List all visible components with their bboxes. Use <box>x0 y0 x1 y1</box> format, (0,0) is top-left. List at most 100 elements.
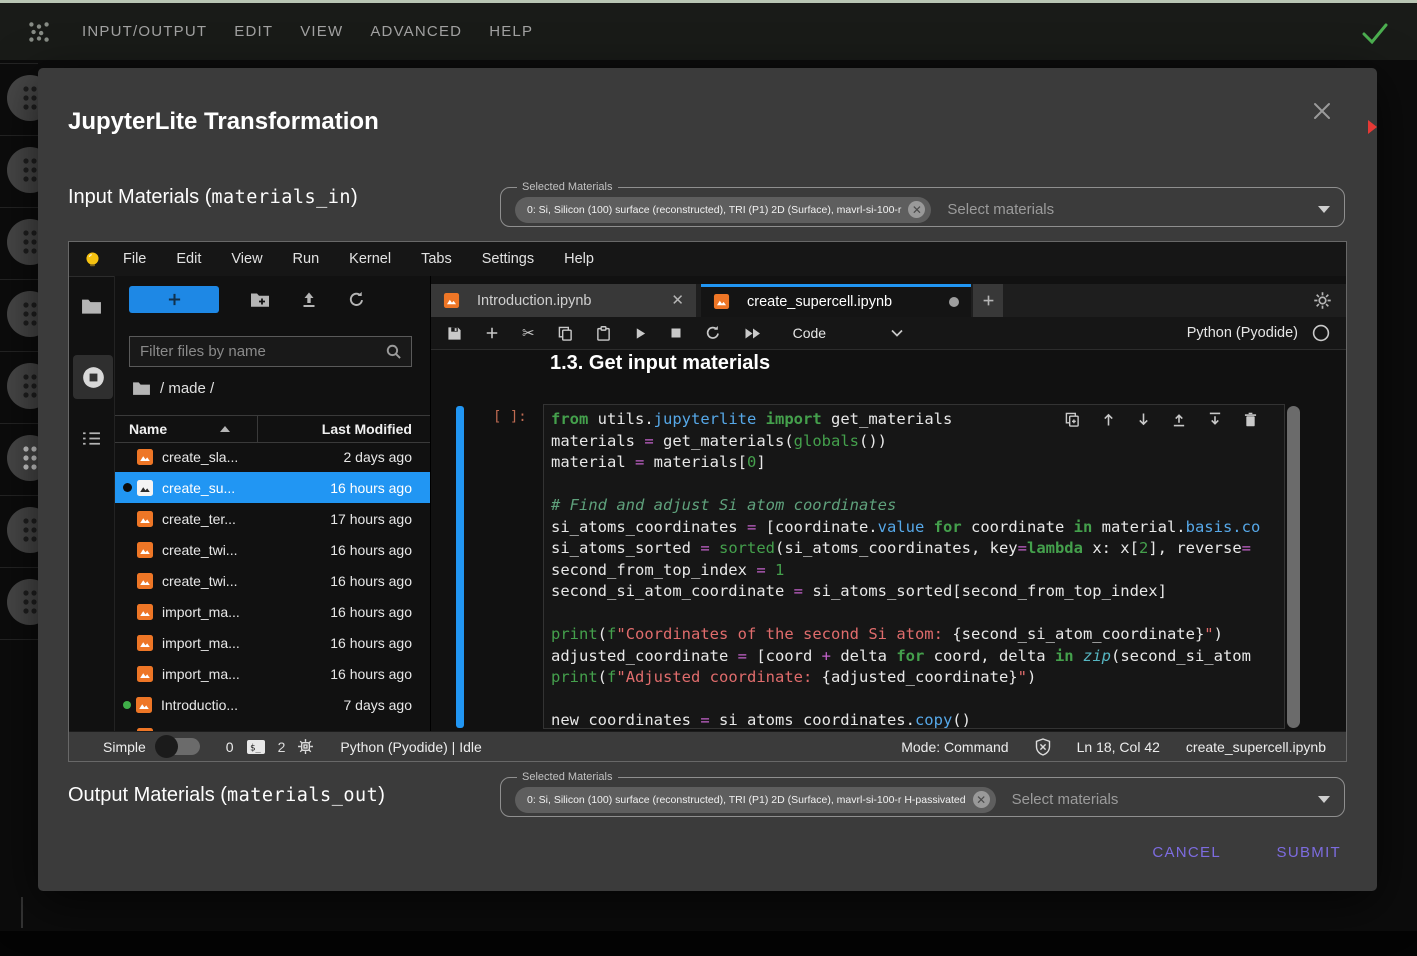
appbar-menu-help[interactable]: HELP <box>489 23 533 40</box>
restart-kernel-icon[interactable] <box>705 325 721 341</box>
chevron-down-icon[interactable] <box>1318 206 1330 213</box>
terminal-icon[interactable]: $_ <box>246 739 266 755</box>
status-filename[interactable]: create_supercell.ipynb <box>1186 739 1326 755</box>
file-row[interactable]: create_su...16 hours ago <box>115 472 430 503</box>
code-line[interactable] <box>551 689 1284 711</box>
cut-cells-icon[interactable]: ✂ <box>522 324 535 342</box>
duplicate-cell-icon[interactable] <box>1065 412 1080 427</box>
code-line[interactable]: si_atoms_coordinates = [coordinate.value… <box>551 517 1284 539</box>
code-editor[interactable]: from utils.jupyterlite import get_materi… <box>543 404 1285 729</box>
file-row[interactable]: create_sla...2 days ago <box>115 441 430 472</box>
check-icon[interactable] <box>1361 22 1389 49</box>
tab-create-supercell[interactable]: create_supercell.ipynb <box>701 284 971 317</box>
close-icon[interactable] <box>1311 100 1333 122</box>
save-icon[interactable] <box>447 326 462 341</box>
file-filter-input[interactable] <box>130 343 385 360</box>
output-material-chip[interactable]: 0: Si, Silicon (100) surface (reconstruc… <box>515 787 996 813</box>
jupyter-menu-edit[interactable]: Edit <box>176 251 201 267</box>
chevron-down-icon[interactable] <box>1318 796 1330 803</box>
cell-collapser[interactable] <box>456 406 464 728</box>
terminal-count[interactable]: 0 <box>226 739 234 755</box>
code-line[interactable]: # Find and adjust Si atom coordinates <box>551 495 1284 517</box>
jupyter-menu-run[interactable]: Run <box>293 251 320 267</box>
code-line[interactable]: material = materials[0] <box>551 452 1284 474</box>
appbar-menu-input-output[interactable]: INPUT/OUTPUT <box>82 23 207 40</box>
gear-icon[interactable] <box>1313 291 1332 310</box>
jupyter-menu-kernel[interactable]: Kernel <box>349 251 391 267</box>
code-line[interactable]: materials = get_materials(globals()) <box>551 431 1284 453</box>
column-last-modified[interactable]: Last Modified <box>322 421 412 437</box>
code-line[interactable] <box>551 474 1284 496</box>
file-row[interactable]: import_ma...16 hours ago <box>115 627 430 658</box>
appbar-menu-view[interactable]: VIEW <box>300 23 343 40</box>
file-row[interactable]: create_ter...17 hours ago <box>115 503 430 534</box>
tab-introduction[interactable]: Introduction.ipynb ✕ <box>431 284 696 317</box>
notebook-scrollbar[interactable] <box>1287 406 1300 728</box>
close-tab-icon[interactable]: ✕ <box>671 293 684 308</box>
file-row[interactable]: import_ma...16 hours ago <box>115 596 430 627</box>
file-browser-tab-icon[interactable] <box>81 298 102 320</box>
input-materials-select[interactable]: Selected Materials 0: Si, Silicon (100) … <box>500 181 1345 227</box>
stop-kernel-icon[interactable] <box>670 327 682 339</box>
restart-run-all-icon[interactable] <box>744 327 762 340</box>
code-line[interactable] <box>551 603 1284 625</box>
appbar-menu-edit[interactable]: EDIT <box>234 23 273 40</box>
code-line[interactable]: adjusted_coordinate = [coord + delta for… <box>551 646 1284 668</box>
code-line[interactable]: second_from_top_index = 1 <box>551 560 1284 582</box>
jupyter-menu-help[interactable]: Help <box>564 251 594 267</box>
file-state-dot <box>123 669 132 678</box>
delete-cell-icon[interactable] <box>1244 412 1257 427</box>
kernel-status-text[interactable]: Python (Pyodide) | Idle <box>340 739 481 755</box>
add-tab-button[interactable] <box>973 284 1003 317</box>
chip-label: 0: Si, Silicon (100) surface (reconstruc… <box>527 204 901 216</box>
output-materials-select[interactable]: Selected Materials 0: Si, Silicon (100) … <box>500 771 1345 817</box>
code-line[interactable]: print(f"Adjusted coordinate: {adjusted_c… <box>551 667 1284 689</box>
jupyter-menu-file[interactable]: File <box>123 251 146 267</box>
code-line[interactable]: si_atoms_sorted = sorted(si_atoms_coordi… <box>551 538 1284 560</box>
move-cell-up-icon[interactable] <box>1102 412 1115 427</box>
input-material-chip[interactable]: 0: Si, Silicon (100) surface (reconstruc… <box>515 197 931 223</box>
code-line[interactable]: second_si_atom_coordinate = si_atoms_sor… <box>551 581 1284 603</box>
refresh-icon[interactable] <box>348 291 365 308</box>
jupyter-menu-tabs[interactable]: Tabs <box>421 251 452 267</box>
upload-icon[interactable] <box>301 292 317 308</box>
column-name[interactable]: Name <box>129 421 230 437</box>
code-line[interactable]: print(f"Coordinates of the second Si ato… <box>551 624 1284 646</box>
breadcrumb[interactable]: / made / <box>132 380 214 397</box>
paste-cells-icon[interactable] <box>596 326 611 341</box>
file-row[interactable]: import_ma...16 hours ago <box>115 658 430 689</box>
copy-cells-icon[interactable] <box>558 326 573 341</box>
command-mode-indicator[interactable]: Mode: Command <box>901 739 1008 755</box>
move-cell-down-icon[interactable] <box>1137 412 1150 427</box>
app-logo-icon[interactable] <box>26 19 52 45</box>
submit-button[interactable]: SUBMIT <box>1271 843 1347 862</box>
insert-cell-below-icon[interactable] <box>1208 412 1222 427</box>
new-launcher-button[interactable] <box>129 286 219 313</box>
chevron-down-icon[interactable] <box>891 329 903 337</box>
chip-remove-icon[interactable]: ✕ <box>973 791 990 808</box>
new-folder-icon[interactable] <box>250 292 270 308</box>
output-materials-label: Output Materials (materials_out) <box>68 784 385 807</box>
file-row[interactable]: create_twi...16 hours ago <box>115 565 430 596</box>
kernel-count[interactable]: 2 <box>278 739 286 755</box>
code-line[interactable]: new_coordinates = si_atoms_coordinates.c… <box>551 710 1284 729</box>
running-kernels-tab[interactable] <box>73 355 113 399</box>
file-row[interactable]: Introductio...7 days ago <box>115 689 430 720</box>
insert-cell-icon[interactable] <box>485 326 499 340</box>
simple-mode-toggle[interactable] <box>158 738 200 755</box>
cell-type-select[interactable]: Code <box>793 325 826 341</box>
file-row[interactable]: mat3ra-inv...6 days ago <box>115 720 430 731</box>
appbar-menu-advanced[interactable]: ADVANCED <box>370 23 462 40</box>
insert-cell-above-icon[interactable] <box>1172 412 1186 427</box>
kernel-indicator[interactable]: Python (Pyodide) <box>1187 324 1330 342</box>
kernel-chip-icon[interactable] <box>297 738 314 755</box>
run-cell-icon[interactable] <box>634 327 647 340</box>
chip-remove-icon[interactable]: ✕ <box>908 201 925 218</box>
jupyter-menu-view[interactable]: View <box>231 251 262 267</box>
cursor-position[interactable]: Ln 18, Col 42 <box>1077 739 1160 755</box>
jupyter-menu-settings[interactable]: Settings <box>482 251 534 267</box>
file-row[interactable]: create_twi...16 hours ago <box>115 534 430 565</box>
cancel-button[interactable]: CANCEL <box>1146 843 1227 862</box>
table-of-contents-tab-icon[interactable] <box>82 431 101 451</box>
trust-shield-icon[interactable] <box>1035 738 1051 756</box>
